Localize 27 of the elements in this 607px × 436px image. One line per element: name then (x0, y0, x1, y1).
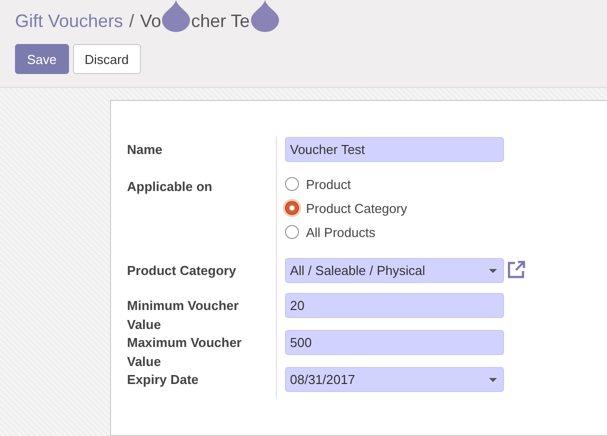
input-field[interactable]: 20 (285, 293, 504, 318)
tip-marker-icon[interactable] (250, 0, 279, 32)
breadcrumb-current: cher Te (191, 10, 250, 32)
radio-label[interactable]: All Products (306, 224, 376, 240)
breadcrumb-separator: / (129, 10, 134, 32)
field-label: Maximum Voucher Value (127, 334, 243, 371)
radio-button[interactable] (285, 201, 299, 215)
field-label: Name (127, 141, 164, 159)
radio-button[interactable] (285, 225, 299, 239)
caret-icon (489, 268, 497, 272)
external-link-icon[interactable] (506, 260, 526, 280)
field-label: Product Category (127, 262, 238, 280)
field-label: Applicable on (127, 178, 214, 196)
field-label: Minimum Voucher Value (127, 297, 240, 334)
breadcrumb-current: Vo (140, 10, 162, 32)
save-button[interactable]: Save (15, 44, 69, 74)
field-label: Expiry Date (127, 371, 200, 389)
radio-label[interactable]: Product Category (306, 200, 408, 216)
date-field[interactable]: 08/31/2017 (285, 367, 504, 392)
radio-button[interactable] (285, 177, 299, 191)
caret-icon (489, 378, 497, 382)
input-field[interactable]: Voucher Test (285, 137, 504, 162)
discard-button[interactable]: Discard (72, 44, 141, 74)
input-field[interactable]: 500 (285, 330, 504, 355)
tip-marker-icon[interactable] (162, 0, 190, 32)
radio-label[interactable]: Product (306, 176, 351, 192)
select-field[interactable]: All / Saleable / Physical (285, 258, 504, 283)
